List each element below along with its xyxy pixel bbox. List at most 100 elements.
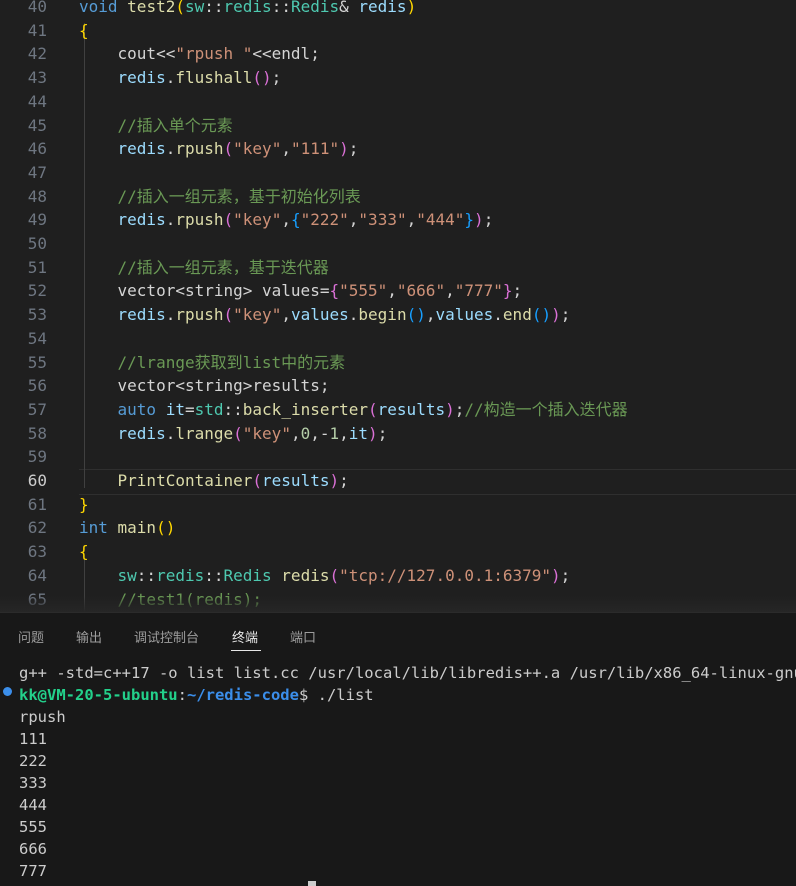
code-token: ( — [368, 399, 378, 419]
code-token: () — [531, 305, 552, 325]
code-text: { — [79, 19, 89, 43]
code-token: , — [348, 210, 359, 230]
code-line[interactable]: 61} — [0, 493, 796, 517]
code-token: :: — [204, 565, 224, 585]
code-line[interactable]: 44 — [0, 90, 796, 114]
code-token: } — [79, 494, 89, 514]
code-line[interactable]: 41 { — [0, 19, 796, 43]
code-token: it — [165, 399, 185, 419]
code-token: , — [387, 281, 397, 301]
code-line[interactable]: 59 — [0, 445, 796, 469]
command-status-dot-icon[interactable] — [3, 687, 12, 696]
code-line[interactable]: 58 redis.lrange("key",0,-1,it); — [0, 422, 796, 446]
code-token: begin — [358, 305, 407, 325]
code-token: , — [445, 281, 455, 301]
code-token: ( — [223, 210, 234, 230]
code-line[interactable]: 52 vector<string> values={"555","666","7… — [0, 279, 796, 303]
terminal-output-line: 444 — [19, 796, 47, 814]
code-token: 0 — [300, 423, 311, 443]
code-line[interactable]: 56 vector<string>results; — [0, 374, 796, 398]
code-token: , — [339, 423, 349, 443]
code-line[interactable]: 47 — [0, 161, 796, 185]
terminal-cursor — [308, 881, 316, 886]
code-token: "666" — [396, 281, 446, 301]
terminal-output-line: 111 — [19, 730, 47, 748]
code-token: , — [281, 305, 291, 325]
code-line[interactable]: 49 redis.rpush("key",{"222","333","444"}… — [0, 208, 796, 232]
code-line[interactable]: 57 auto it=std::back_inserter(results);/… — [0, 398, 796, 422]
code-text: int main() — [79, 516, 175, 540]
code-text: vector<string>results; — [79, 374, 330, 398]
code-line[interactable]: 62 int main() — [0, 516, 796, 540]
code-line[interactable]: 63 { — [0, 540, 796, 564]
code-token: ( — [329, 565, 340, 585]
code-token: redis — [281, 565, 330, 585]
line-number: 59 — [27, 447, 47, 467]
code-token: . — [165, 139, 176, 159]
code-token: flushall — [175, 68, 253, 88]
code-token: "555" — [339, 281, 388, 301]
code-text: redis.rpush("key","111"); — [79, 137, 359, 161]
tab-debug-console[interactable]: 调试控制台 — [134, 627, 199, 646]
terminal-output-line: 666 — [19, 840, 47, 858]
code-token: ) — [339, 139, 349, 159]
code-token: "777" — [454, 281, 503, 301]
code-token: "222" — [300, 210, 349, 230]
code-line[interactable]: 40 void test2(sw::redis::Redis& redis) — [0, 0, 796, 19]
code-token: ,- — [310, 423, 330, 443]
terminal-output-line: rpush — [19, 708, 66, 726]
tab-terminal[interactable]: 终端 — [232, 627, 258, 646]
code-token: = — [184, 399, 195, 419]
code-token: ) — [474, 210, 484, 230]
code-line[interactable]: 45 //插入单个元素 — [0, 114, 796, 138]
code-line[interactable]: 42 cout<<"rpush "<<endl; — [0, 42, 796, 66]
code-line[interactable]: 64 sw::redis::Redis redis("tcp://127.0.0… — [0, 564, 796, 588]
code-token: vector<string>results; — [79, 376, 330, 396]
active-tab-indicator — [231, 650, 261, 651]
code-token: redis — [117, 305, 166, 325]
tab-output[interactable]: 输出 — [76, 627, 102, 646]
tab-ports[interactable]: 端口 — [290, 627, 316, 646]
code-token: :: — [136, 565, 157, 585]
code-token: results — [377, 399, 446, 419]
code-token: rpush — [175, 305, 224, 325]
panel-tabs: 问题 输出 调试控制台 终端 端口 — [0, 613, 796, 657]
code-line[interactable]: 48 //插入一组元素，基于初始化列表 — [0, 185, 796, 209]
terminal-prompt: kk@VM-20-5-ubuntu:~/redis-code$ ./list — [19, 684, 374, 706]
code-line[interactable]: 53 redis.rpush("key",values.begin(),valu… — [0, 303, 796, 327]
code-token: redis — [117, 139, 166, 159]
line-number: 57 — [27, 399, 47, 419]
code-editor[interactable]: 40 void test2(sw::redis::Redis& redis) 41{… — [0, 0, 796, 612]
code-text: //插入一组元素，基于初始化列表 — [79, 185, 361, 209]
code-token: results — [262, 471, 330, 490]
code-token: } — [502, 281, 513, 301]
code-line[interactable]: 55 //lrange获取到list中的元素 — [0, 351, 796, 375]
code-token: ( — [223, 139, 234, 159]
code-line[interactable]: 51 //插入一组元素，基于迭代器 — [0, 256, 796, 280]
line-number: 43 — [27, 68, 47, 88]
code-token: , — [406, 210, 417, 230]
code-token: rpush — [175, 139, 224, 159]
line-number: 51 — [27, 257, 47, 277]
code-line[interactable]: 46 redis.rpush("key","111"); — [0, 137, 796, 161]
tab-problems[interactable]: 问题 — [18, 627, 44, 646]
line-number: 61 — [27, 494, 47, 514]
terminal-output-line: 777 — [19, 862, 47, 880]
code-token: values — [290, 305, 349, 325]
code-token: ; — [560, 305, 571, 325]
line-number: 60 — [27, 471, 47, 490]
code-line[interactable]: 54 — [0, 327, 796, 351]
code-token: ( — [252, 471, 263, 490]
code-line[interactable]: 43 redis.flushall(); — [0, 66, 796, 90]
code-token: std — [194, 399, 224, 419]
code-token: "key" — [233, 139, 282, 159]
prompt-path: ~/redis-code — [186, 686, 299, 704]
code-line[interactable]: 60 PrintContainer(results); — [0, 469, 796, 493]
code-token: void — [79, 0, 128, 16]
code-token: Redis — [223, 565, 282, 585]
code-line[interactable]: 50 — [0, 232, 796, 256]
code-token: { — [290, 210, 301, 230]
